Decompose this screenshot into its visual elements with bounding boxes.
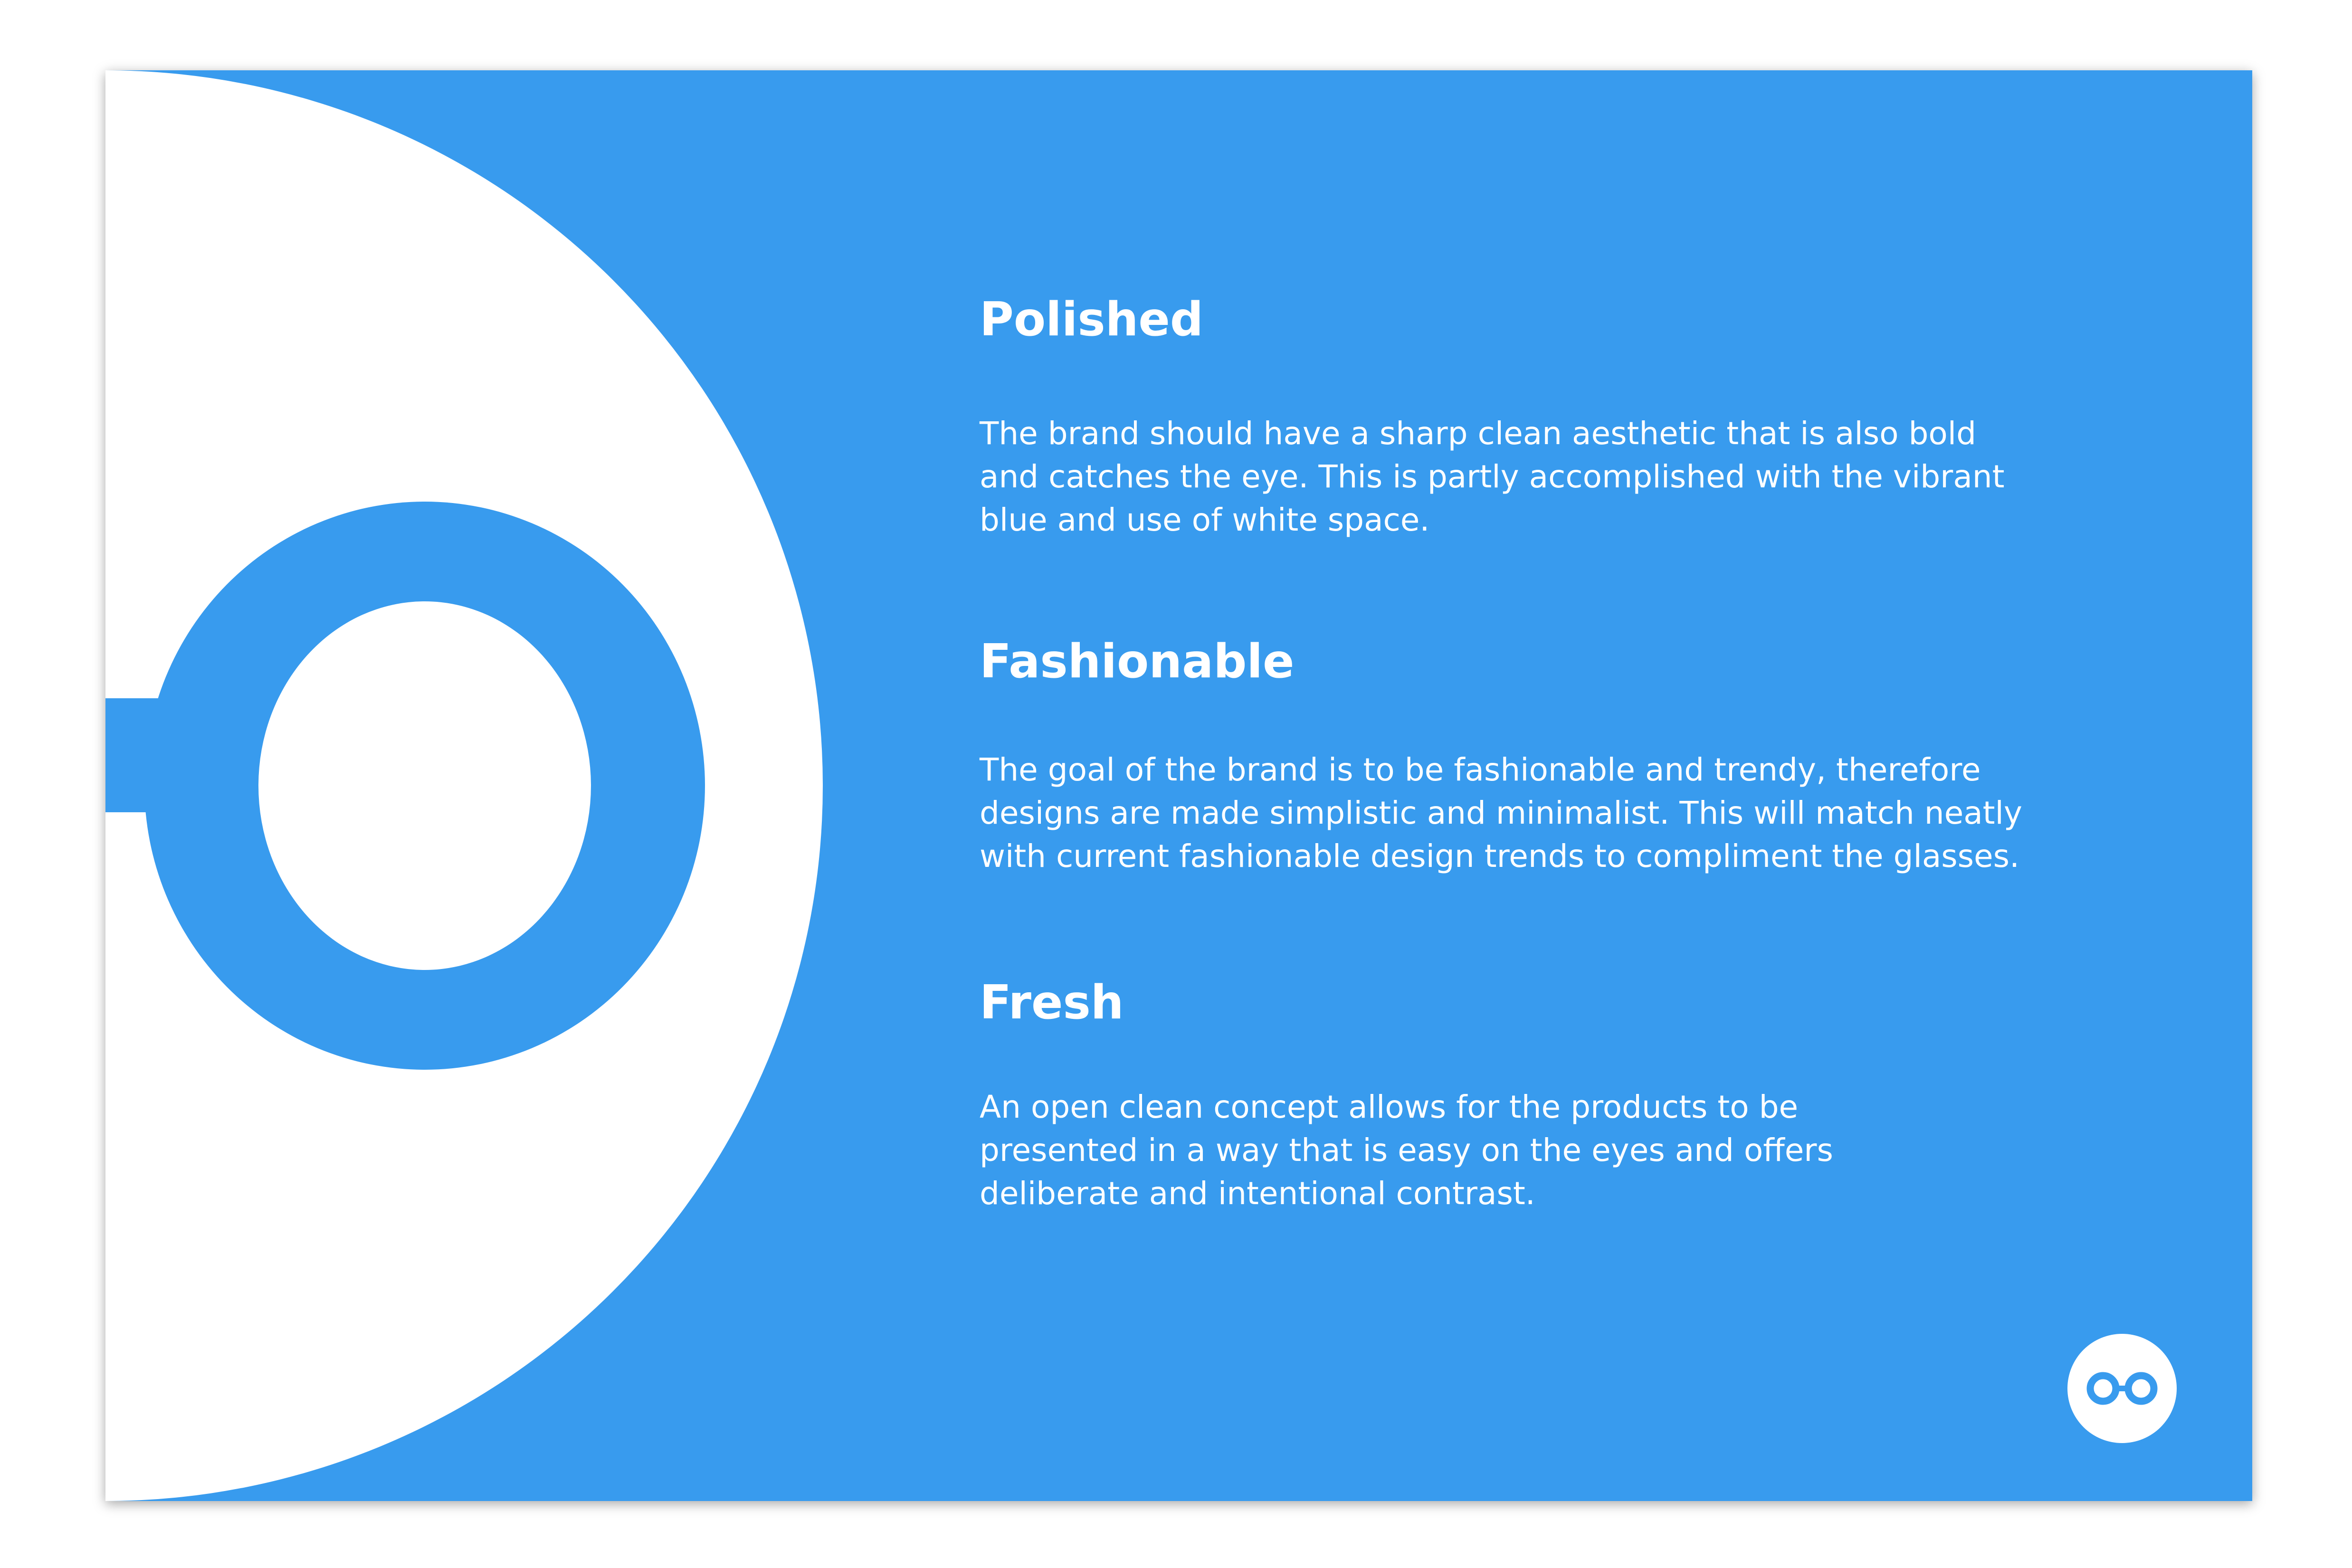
paragraph-fashionable: The goal of the brand is to be fashionab… <box>980 748 2022 878</box>
brand-attributes-slide: Polished The brand should have a sharp c… <box>105 70 2252 1501</box>
text-line: presented in a way that is easy on the e… <box>980 1132 1833 1169</box>
heading-fashionable: Fashionable <box>980 635 1295 689</box>
paragraph-polished: The brand should have a sharp clean aest… <box>980 412 2004 542</box>
paragraph-fresh: An open clean concept allows for the pro… <box>980 1085 1833 1215</box>
heading-fresh: Fresh <box>980 976 1124 1030</box>
text-line: The goal of the brand is to be fashionab… <box>980 751 1981 788</box>
text-line: blue and use of white space. <box>980 502 1430 538</box>
text-line: designs are made simplistic and minimali… <box>980 795 2022 831</box>
text-line: with current fashionable design trends t… <box>980 838 2020 874</box>
lens-hole <box>258 601 591 970</box>
glasses-logo-icon <box>2067 1334 2177 1443</box>
heading-polished: Polished <box>980 293 1204 347</box>
text-line: deliberate and intentional contrast. <box>980 1175 1535 1212</box>
text-line: An open clean concept allows for the pro… <box>980 1089 1799 1125</box>
text-line: and catches the eye. This is partly acco… <box>980 458 2005 495</box>
text-line: The brand should have a sharp clean aest… <box>980 415 1977 452</box>
